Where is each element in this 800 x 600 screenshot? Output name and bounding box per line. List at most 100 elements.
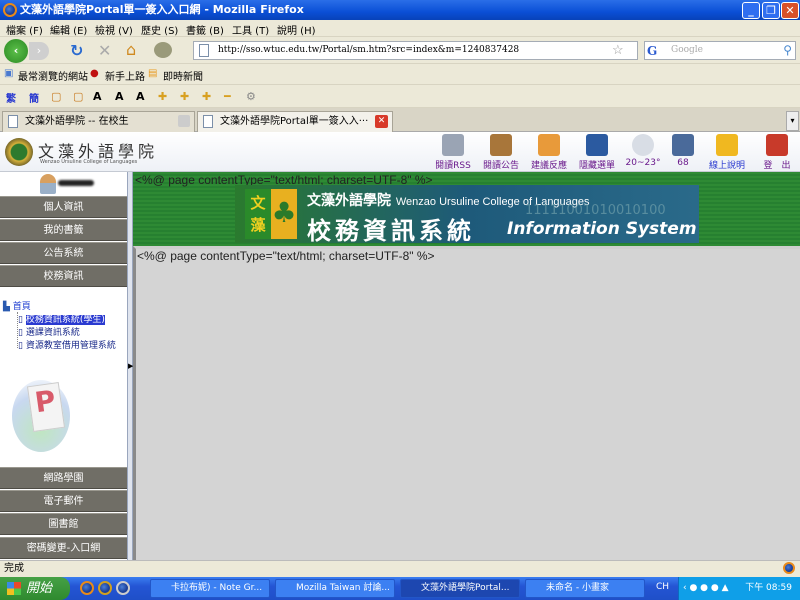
tree-item-classroom-system[interactable]: ▯ 資源教室借用管理系統 <box>18 338 123 351</box>
window-title: 文藻外語學院Portal單一簽入入口網 - Mozilla Firefox <box>20 3 304 16</box>
tab-label: 文藻外語學院Portal單一簽入入··· <box>220 116 369 127</box>
status-bar: 完成 <box>0 560 800 577</box>
school-logo-subtext: Wenzao Ursuline College of Languages <box>40 159 138 165</box>
user-name-redacted <box>58 180 94 186</box>
computer-icon: ▙ <box>3 302 10 312</box>
back-button[interactable]: ‹ <box>4 39 28 63</box>
font-smaller-icon[interactable]: A <box>115 90 124 103</box>
google-engine-icon[interactable]: G <box>647 43 657 60</box>
forward-button[interactable]: › <box>29 42 49 60</box>
title-bar: 文藻外語學院Portal單一簽入入口網 - Mozilla Firefox _ … <box>0 0 800 20</box>
feedback-button[interactable]: 建議反應 <box>524 134 574 171</box>
hide-menu-button[interactable]: 隱藏選單 <box>572 134 622 171</box>
announcements-button[interactable]: 閱讀公告 <box>476 134 526 171</box>
tree-item-course-system[interactable]: ▯ 選課資訊系統 <box>18 325 123 338</box>
firefox-status-icon <box>783 562 795 574</box>
folder-icon: ▣ <box>4 68 14 79</box>
simplified-button[interactable]: 簡 <box>29 90 39 105</box>
page-icon <box>203 115 213 128</box>
sidebar: 個人資訊 我的書籤 公告系統 校務資訊 ▙ 首頁 ▯ 校務資訊系統(學生) ▯ … <box>0 172 127 560</box>
quicklaunch-firefox-icon[interactable] <box>80 581 94 595</box>
rss-button[interactable]: 閱讀RSS <box>428 134 478 171</box>
restore-button[interactable]: ❐ <box>762 2 780 19</box>
plus-t-icon[interactable]: ✚ <box>180 90 189 103</box>
tray-icons[interactable]: ‹ ● ● ● ▲ <box>683 583 729 593</box>
school-info-button[interactable]: 校務資訊 <box>0 265 127 287</box>
school-name-cn: 文藻外語學院 <box>307 193 391 209</box>
cloud-icon <box>632 134 654 156</box>
menu-tools[interactable]: 工具 (T) <box>232 22 269 37</box>
reload-icon[interactable]: ↻ <box>70 41 83 60</box>
monitor-button[interactable]: 68 <box>658 134 708 168</box>
url-bar[interactable]: http://sso.wtuc.edu.tw/Portal/sm.htm?src… <box>193 41 638 60</box>
bookmark-most-visited[interactable]: 最常瀏覽的網站 <box>18 68 88 83</box>
stop-icon[interactable]: ✕ <box>98 41 111 60</box>
minimize-button[interactable]: _ <box>742 2 760 19</box>
quicklaunch-opera-icon[interactable] <box>98 581 112 595</box>
language-indicator[interactable]: CH <box>656 582 669 592</box>
search-icon[interactable]: ⚲ <box>783 42 792 59</box>
font-reset-icon[interactable]: A <box>136 90 145 103</box>
tab-students[interactable]: 文藻外語學院 -- 在校生 <box>2 111 195 132</box>
font-larger-icon[interactable]: A <box>93 90 102 103</box>
personal-info-button[interactable]: 個人資訊 <box>0 196 127 218</box>
close-button[interactable]: ✕ <box>781 2 799 19</box>
tab-close-icon[interactable] <box>178 115 190 127</box>
online-help-button[interactable]: 線上說明 <box>702 134 752 171</box>
tree-item-school-system[interactable]: ▯ 校務資訊系統(學生) <box>18 312 123 325</box>
my-bookmarks-button[interactable]: 我的書籤 <box>0 219 127 241</box>
tab-close-icon[interactable]: ✕ <box>375 115 388 128</box>
portal-header: 文藻外語學院 Wenzao Ursuline College of Langua… <box>0 132 800 172</box>
logout-button[interactable]: 登 出 <box>752 134 800 171</box>
tab-list-button[interactable]: ▾ <box>786 111 799 131</box>
change-password-button[interactable]: 密碼變更-入口網 <box>0 537 127 559</box>
logo-chars: 文藻 <box>245 189 271 239</box>
bookmark-getting-started[interactable]: 新手上路 <box>105 68 145 83</box>
system-banner-image: 文藻 ♣ 文藻外語學院 Wenzao Ursuline College of L… <box>235 185 699 245</box>
search-placeholder: Google <box>671 45 703 55</box>
plus-icon[interactable]: ✚ <box>158 90 167 103</box>
clock: 下午 08:59 <box>745 583 792 593</box>
menu-bookmarks[interactable]: 書籤 (B) <box>186 22 224 37</box>
start-button[interactable]: 開始 <box>0 577 70 600</box>
tree-icon: ♣ <box>271 189 297 239</box>
mail-icon <box>538 134 560 156</box>
t-icon[interactable]: ▢ <box>51 90 61 103</box>
quicklaunch-ie-icon[interactable] <box>116 581 130 595</box>
taskbar-item[interactable]: 未命名 - 小畫家 <box>525 579 645 598</box>
home-icon[interactable]: ⌂ <box>126 40 136 59</box>
library-button[interactable]: 圖書館 <box>0 513 127 535</box>
plus-s-icon[interactable]: ✚ <box>202 90 211 103</box>
e-learning-button[interactable]: 網路學園 <box>0 467 127 489</box>
menu-edit[interactable]: 編輯 (E) <box>50 22 87 37</box>
minus-icon[interactable]: ━ <box>224 90 231 103</box>
s-icon[interactable]: ▢ <box>73 90 83 103</box>
status-text: 完成 <box>4 563 24 574</box>
menu-view[interactable]: 檢視 (V) <box>95 22 133 37</box>
announcement-system-button[interactable]: 公告系統 <box>0 242 127 264</box>
monitor-icon <box>672 134 694 156</box>
tool-icon[interactable]: ⚙ <box>246 90 256 103</box>
search-box[interactable]: G Google ⚲ <box>644 41 796 60</box>
star-icon[interactable]: ☆ <box>612 42 624 59</box>
taskbar: 開始 卡拉布妮) - Note Gr... Mozilla Taiwan 討論.… <box>0 577 800 600</box>
extension-toolbar: 繁 簡 ▢ ▢ A A A ✚ ✚ ✚ ━ ⚙ <box>0 85 800 108</box>
system-name-cn: 校務資訊系統 <box>307 216 475 245</box>
addon-icon[interactable] <box>154 42 172 58</box>
tree-root[interactable]: ▙ 首頁 <box>3 299 31 312</box>
portal-logo: P <box>12 380 70 452</box>
menu-help[interactable]: 說明 (H) <box>277 22 316 37</box>
menu-history[interactable]: 歷史 (S) <box>141 22 178 37</box>
traditional-button[interactable]: 繁 <box>6 90 16 105</box>
menu-file[interactable]: 檔案 (F) <box>6 22 43 37</box>
taskbar-item[interactable]: 文藻外語學院Portal... <box>400 579 520 598</box>
page-icon <box>8 115 18 128</box>
bookmark-news[interactable]: 即時新聞 <box>163 68 203 83</box>
tab-portal[interactable]: 文藻外語學院Portal單一簽入入··· ✕ <box>197 111 393 132</box>
system-name-en: Information System <box>507 219 697 239</box>
url-text: http://sso.wtuc.edu.tw/Portal/sm.htm?src… <box>218 45 520 55</box>
email-button[interactable]: 電子郵件 <box>0 490 127 512</box>
system-tray: ‹ ● ● ● ▲ 下午 08:59 <box>678 577 800 600</box>
taskbar-item[interactable]: Mozilla Taiwan 討論... <box>275 579 395 598</box>
taskbar-item[interactable]: 卡拉布妮) - Note Gr... <box>150 579 270 598</box>
